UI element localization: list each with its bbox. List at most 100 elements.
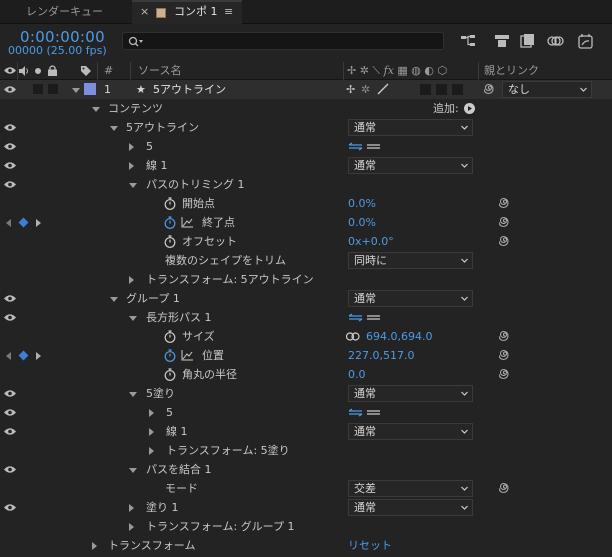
expand-toggle[interactable] <box>149 447 154 455</box>
property-row-size[interactable]: サイズ 694.0,694.0 <box>0 327 612 346</box>
pickwhip-spiral-icon[interactable] <box>499 197 511 209</box>
expand-toggle[interactable] <box>92 107 100 112</box>
expand-toggle[interactable] <box>129 276 134 284</box>
visibility-eye-icon[interactable] <box>4 427 16 436</box>
path-direction-icon[interactable] <box>348 142 382 151</box>
quality-switch-icon[interactable] <box>377 83 389 95</box>
tab-comp-1[interactable]: × コンポ 1 ≡ <box>132 0 242 24</box>
keyframe-toggle-icon[interactable] <box>18 350 29 361</box>
expand-toggle[interactable] <box>92 542 97 550</box>
keyframe-toggle-icon[interactable] <box>18 217 29 228</box>
fill-row[interactable]: 塗り 1 通常 <box>0 498 612 517</box>
visibility-eye-icon[interactable] <box>4 465 16 474</box>
close-tab-icon[interactable]: × <box>140 5 149 18</box>
switch-checkbox[interactable] <box>452 84 463 95</box>
property-row-position[interactable]: 位置 227.0,517.0 <box>0 346 612 365</box>
frame-blending-icon[interactable] <box>518 32 538 50</box>
prev-keyframe-icon[interactable] <box>6 352 11 360</box>
stopwatch-active-icon[interactable] <box>164 216 176 229</box>
shape-group-row[interactable]: 5アウトライン 通常 <box>0 118 612 137</box>
reset-link[interactable]: リセット <box>348 536 392 555</box>
blend-mode-dropdown[interactable]: 通常 <box>348 423 473 440</box>
property-value[interactable]: 0.0 <box>348 365 366 384</box>
shape-group-row[interactable]: グループ 1 通常 <box>0 289 612 308</box>
path-row[interactable]: 5 <box>0 403 612 422</box>
visibility-eye-icon[interactable] <box>4 313 16 322</box>
stroke-row[interactable]: 線 1 通常 <box>0 422 612 441</box>
expand-layer-toggle[interactable] <box>72 88 80 93</box>
layer-name[interactable]: 5アウトライン <box>153 80 226 99</box>
prev-keyframe-icon[interactable] <box>6 219 11 227</box>
contents-row[interactable]: コンテンツ 追加: <box>0 99 612 118</box>
visibility-eye-icon[interactable] <box>4 161 16 170</box>
layer-row[interactable]: 1 ★ 5アウトライン ✢ ✲ なし <box>0 80 612 99</box>
property-value[interactable]: 227.0,517.0 <box>348 346 414 365</box>
search-input[interactable] <box>122 32 444 50</box>
switch-checkbox[interactable] <box>436 84 447 95</box>
pickwhip-spiral-icon[interactable] <box>499 330 511 342</box>
expand-toggle[interactable] <box>129 523 134 531</box>
path-direction-icon[interactable] <box>348 313 382 322</box>
merge-paths-row[interactable]: パスを結合 1 <box>0 460 612 479</box>
add-menu-icon[interactable] <box>464 103 475 114</box>
property-row-mode[interactable]: モード 交差 <box>0 479 612 498</box>
blend-mode-dropdown[interactable]: 通常 <box>348 385 473 402</box>
pickwhip-spiral-icon[interactable] <box>499 349 511 361</box>
expand-toggle[interactable] <box>110 126 118 131</box>
path-row[interactable]: 5 <box>0 137 612 156</box>
visibility-eye-icon[interactable] <box>4 180 16 189</box>
transform-row[interactable]: トランスフォーム: 5アウトライン <box>0 270 612 289</box>
visibility-eye-icon[interactable] <box>4 294 16 303</box>
expand-toggle[interactable] <box>129 143 134 151</box>
visibility-eye-icon[interactable] <box>4 142 16 151</box>
expand-toggle[interactable] <box>129 183 137 188</box>
shy-layers-icon[interactable] <box>492 32 512 50</box>
stopwatch-icon[interactable] <box>164 197 176 210</box>
visibility-eye-icon[interactable] <box>4 123 16 132</box>
graph-editor-icon[interactable] <box>576 32 596 50</box>
pickwhip-spiral-icon[interactable] <box>499 216 511 228</box>
blend-mode-dropdown[interactable]: 通常 <box>348 290 473 307</box>
blend-mode-dropdown[interactable]: 通常 <box>348 119 473 136</box>
visibility-eye-icon[interactable] <box>4 408 16 417</box>
stopwatch-active-icon[interactable] <box>164 349 176 362</box>
graph-toggle-icon[interactable] <box>181 217 193 228</box>
property-value[interactable]: 0.0% <box>348 213 376 232</box>
stroke-row[interactable]: 線 1 通常 <box>0 156 612 175</box>
property-row-end[interactable]: 終了点 0.0% <box>0 213 612 232</box>
merge-mode-dropdown[interactable]: 交差 <box>348 480 473 497</box>
label-color-swatch[interactable] <box>84 83 96 95</box>
stopwatch-icon[interactable] <box>164 235 176 248</box>
expand-toggle[interactable] <box>129 316 137 321</box>
shy-switch-icon[interactable]: ✢ <box>346 80 355 99</box>
transform-row[interactable]: トランスフォーム: 5塗り <box>0 441 612 460</box>
comp-flowchart-icon[interactable] <box>458 32 478 50</box>
stopwatch-icon[interactable] <box>164 330 176 343</box>
visibility-eye-icon[interactable] <box>4 503 16 512</box>
property-row-start[interactable]: 開始点 0.0% <box>0 194 612 213</box>
next-keyframe-icon[interactable] <box>36 219 41 227</box>
trim-multiple-dropdown[interactable]: 同時に <box>348 252 473 269</box>
switch-checkbox[interactable] <box>420 84 431 95</box>
graph-toggle-icon[interactable] <box>181 350 193 361</box>
expand-toggle[interactable] <box>129 162 134 170</box>
property-row-trim-multiple[interactable]: 複数のシェイプをトリム 同時に <box>0 251 612 270</box>
rectangle-path-row[interactable]: 長方形パス 1 <box>0 308 612 327</box>
blend-mode-dropdown[interactable]: 通常 <box>348 157 473 174</box>
expand-toggle[interactable] <box>129 468 137 473</box>
property-row-offset[interactable]: オフセット 0x+0.0° <box>0 232 612 251</box>
expand-toggle[interactable] <box>129 392 137 397</box>
parent-dropdown[interactable]: なし <box>502 81 592 98</box>
path-direction-icon[interactable] <box>348 408 382 417</box>
motion-blur-icon[interactable] <box>545 32 565 50</box>
pickwhip-spiral-icon[interactable] <box>484 83 496 95</box>
transform-row[interactable]: トランスフォーム: グループ 1 <box>0 517 612 536</box>
column-source-name[interactable]: ソース名 <box>138 62 181 80</box>
visibility-eye-icon[interactable] <box>4 85 16 94</box>
expand-toggle[interactable] <box>110 297 118 302</box>
property-value[interactable]: 694.0,694.0 <box>366 327 432 346</box>
layer-transform-row[interactable]: トランスフォーム リセット <box>0 536 612 555</box>
panel-menu-icon[interactable]: ≡ <box>224 5 233 18</box>
collapse-switch-icon[interactable]: ✲ <box>361 80 370 99</box>
trim-paths-row[interactable]: パスのトリミング 1 <box>0 175 612 194</box>
